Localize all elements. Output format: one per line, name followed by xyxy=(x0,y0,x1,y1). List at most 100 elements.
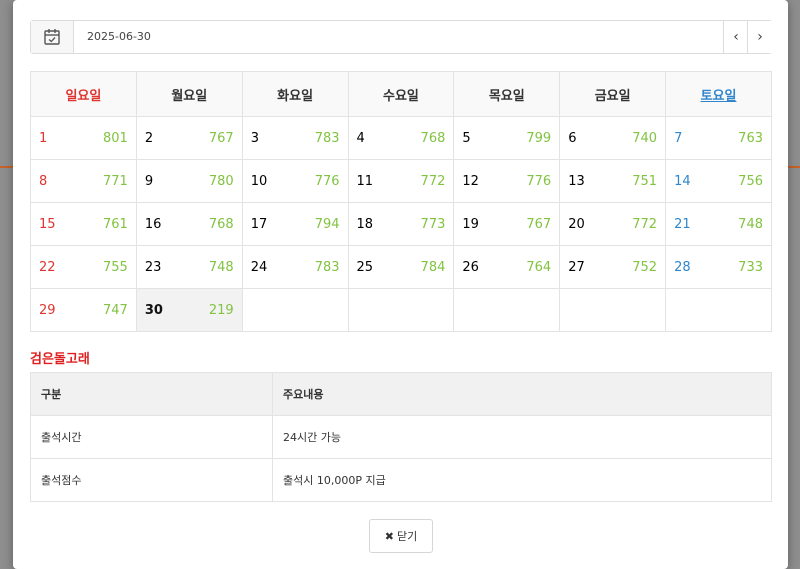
attendance-count: 748 xyxy=(738,216,763,232)
calendar-day-cell[interactable]: 10 776 xyxy=(241,159,349,203)
close-icon: ✖ xyxy=(384,529,394,543)
calendar-week-row: 15 761 16 768 17 794 18 773 19 767 20 772 21 748 xyxy=(30,202,772,246)
attendance-count: 751 xyxy=(632,173,658,189)
close-button[interactable]: ✖ 닫기 xyxy=(369,519,433,553)
day-number: 13 xyxy=(568,173,585,189)
calendar-day-cell[interactable]: 4 768 xyxy=(347,116,455,160)
date-picker: 2025-06-30 ‹ › xyxy=(30,20,772,54)
calendar-day-cell[interactable]: 12 776 xyxy=(453,159,561,203)
day-number: 28 xyxy=(674,259,691,275)
attendance-count: 773 xyxy=(420,216,446,232)
day-number: 15 xyxy=(39,216,56,232)
calendar-day-cell[interactable]: 9 780 xyxy=(135,159,243,203)
day-number: 19 xyxy=(462,216,479,232)
calendar-day-cell[interactable]: 25 784 xyxy=(347,245,455,289)
calendar-day-cell[interactable]: 18 773 xyxy=(347,202,455,246)
attendance-count: 783 xyxy=(314,130,340,146)
day-number: 20 xyxy=(568,216,585,232)
attendance-count: 801 xyxy=(103,130,128,146)
weekday-header: 월요일 xyxy=(135,71,243,117)
attendance-count: 767 xyxy=(526,216,552,232)
attendance-count: 219 xyxy=(208,302,234,318)
calendar-day-cell[interactable]: 26 764 xyxy=(453,245,561,289)
calendar-day-cell[interactable]: 13 751 xyxy=(559,159,667,203)
chevron-left-icon: ‹ xyxy=(733,29,739,45)
calendar-day-cell[interactable]: 2 767 xyxy=(135,116,243,160)
attendance-modal: 2025-06-30 ‹ › 일요일 월요일 화요일 수요일 목요일 금요일 토… xyxy=(13,0,788,569)
attendance-count: 755 xyxy=(103,259,128,275)
attendance-count: 794 xyxy=(314,216,340,232)
day-number: 27 xyxy=(568,259,585,275)
day-number: 11 xyxy=(356,173,374,189)
table-cell: 출석시간 xyxy=(30,415,273,459)
calendar-day-cell[interactable]: 1 801 xyxy=(30,116,137,160)
weekday-header: 금요일 xyxy=(559,71,667,117)
day-number: 2 xyxy=(144,130,154,146)
calendar-day-cell[interactable]: 6 740 xyxy=(559,116,667,160)
calendar-day-cell[interactable]: 16 768 xyxy=(135,202,243,246)
calendar-day-cell[interactable]: 23 748 xyxy=(135,245,243,289)
calendar-day-cell[interactable]: 15 761 xyxy=(30,202,137,246)
calendar-day-cell[interactable]: 17 794 xyxy=(241,202,349,246)
calendar-day-cell[interactable]: 8 771 xyxy=(30,159,137,203)
calendar-day-cell[interactable]: 11 772 xyxy=(347,159,455,203)
day-number: 16 xyxy=(144,216,162,232)
table-cell: 출석점수 xyxy=(30,458,273,502)
date-input[interactable]: 2025-06-30 xyxy=(87,30,151,43)
calendar-icon xyxy=(44,29,60,45)
calendar-day-cell[interactable]: 27 752 xyxy=(559,245,667,289)
calendar-day-cell[interactable]: 29 747 xyxy=(30,288,137,332)
calendar-day-cell[interactable]: 7 763 xyxy=(665,116,772,160)
weekday-header: 목요일 xyxy=(453,71,561,117)
calendar-day-cell[interactable]: 5 799 xyxy=(453,116,561,160)
calendar-week-row: 29 747 30 219 xyxy=(30,288,772,332)
day-number: 14 xyxy=(674,173,691,189)
attendance-count: 799 xyxy=(526,130,552,146)
attendance-count: 772 xyxy=(420,173,446,189)
day-number: 1 xyxy=(39,130,48,146)
day-number: 21 xyxy=(674,216,691,232)
table-header-row: 구분 주요내용 xyxy=(30,372,772,416)
close-button-label: 닫기 xyxy=(396,530,418,543)
chevron-right-icon: › xyxy=(757,29,763,45)
attendance-count: 783 xyxy=(314,259,340,275)
day-number: 12 xyxy=(462,173,479,189)
calendar-day-cell[interactable]: 20 772 xyxy=(559,202,667,246)
day-number: 10 xyxy=(250,173,268,189)
calendar-empty-cell xyxy=(559,288,667,332)
day-number: 7 xyxy=(674,130,683,146)
attendance-calendar: 일요일 월요일 화요일 수요일 목요일 금요일 토요일 1 801 2 767 3 783… xyxy=(30,71,772,332)
day-number: 22 xyxy=(39,259,56,275)
prev-month-button[interactable]: ‹ xyxy=(723,21,748,53)
day-number: 3 xyxy=(250,130,259,146)
section-title: 검은돌고래 xyxy=(30,352,90,367)
attendance-count: 772 xyxy=(632,216,658,232)
calendar-week-row: 8 771 9 780 10 776 11 772 12 776 13 751 14 756 xyxy=(30,159,772,203)
attendance-count: 768 xyxy=(420,130,446,146)
day-number: 26 xyxy=(462,259,479,275)
calendar-day-cell[interactable]: 24 783 xyxy=(241,245,349,289)
calendar-day-cell[interactable]: 30 219 xyxy=(135,288,243,332)
attendance-count: 771 xyxy=(103,173,128,189)
calendar-day-cell[interactable]: 21 748 xyxy=(665,202,772,246)
next-month-button[interactable]: › xyxy=(747,21,772,53)
attendance-count: 748 xyxy=(208,259,234,275)
calendar-button[interactable] xyxy=(31,21,74,53)
background-accent-line xyxy=(788,166,800,168)
calendar-day-cell[interactable]: 28 733 xyxy=(665,245,772,289)
attendance-count: 756 xyxy=(738,173,763,189)
day-number: 29 xyxy=(39,302,56,318)
day-number: 4 xyxy=(356,130,365,146)
calendar-week-row: 22 755 23 748 24 783 25 784 26 764 27 752 28 733 xyxy=(30,245,772,289)
calendar-day-cell[interactable]: 14 756 xyxy=(665,159,772,203)
attendance-count: 761 xyxy=(103,216,128,232)
calendar-empty-cell xyxy=(453,288,561,332)
day-number: 23 xyxy=(144,259,162,275)
day-number: 25 xyxy=(356,259,374,275)
calendar-day-cell[interactable]: 3 783 xyxy=(241,116,349,160)
attendance-count: 780 xyxy=(208,173,234,189)
calendar-week-row: 1 801 2 767 3 783 4 768 5 799 6 740 7 763 xyxy=(30,116,772,160)
calendar-day-cell[interactable]: 19 767 xyxy=(453,202,561,246)
calendar-day-cell[interactable]: 22 755 xyxy=(30,245,137,289)
day-number: 9 xyxy=(144,173,154,189)
